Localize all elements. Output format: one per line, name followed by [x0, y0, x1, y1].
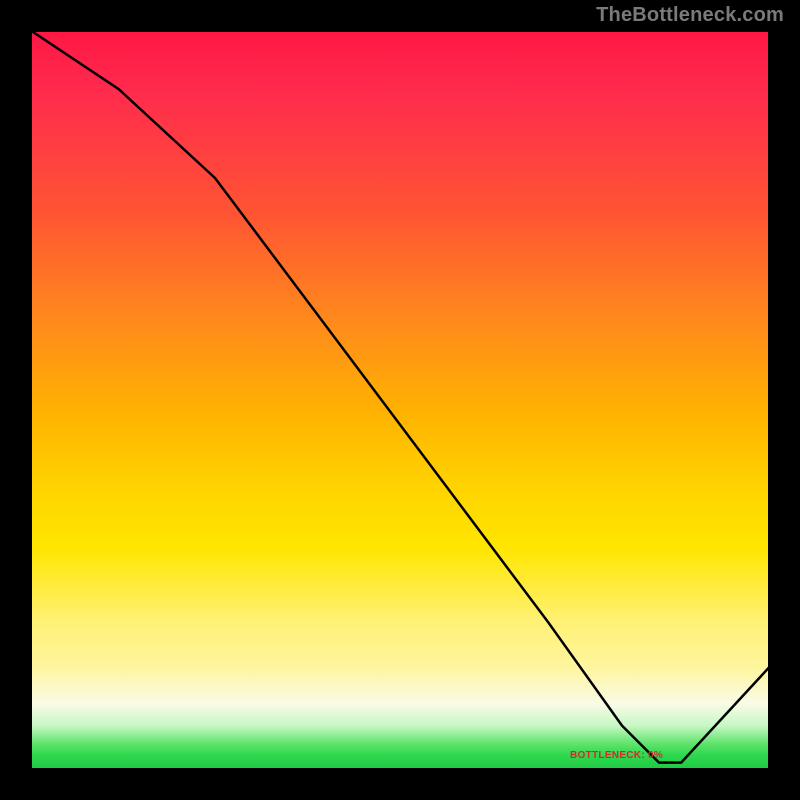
bottleneck-curve	[30, 30, 770, 770]
chart-canvas: TheBottleneck.com BOTTLENECK: 0%	[0, 0, 800, 800]
curve-path	[30, 30, 770, 763]
plot-area: BOTTLENECK: 0%	[30, 30, 770, 770]
chart-frame: BOTTLENECK: 0%	[30, 30, 770, 770]
bottleneck-zero-label: BOTTLENECK: 0%	[570, 750, 663, 761]
watermark-text: TheBottleneck.com	[596, 4, 784, 27]
